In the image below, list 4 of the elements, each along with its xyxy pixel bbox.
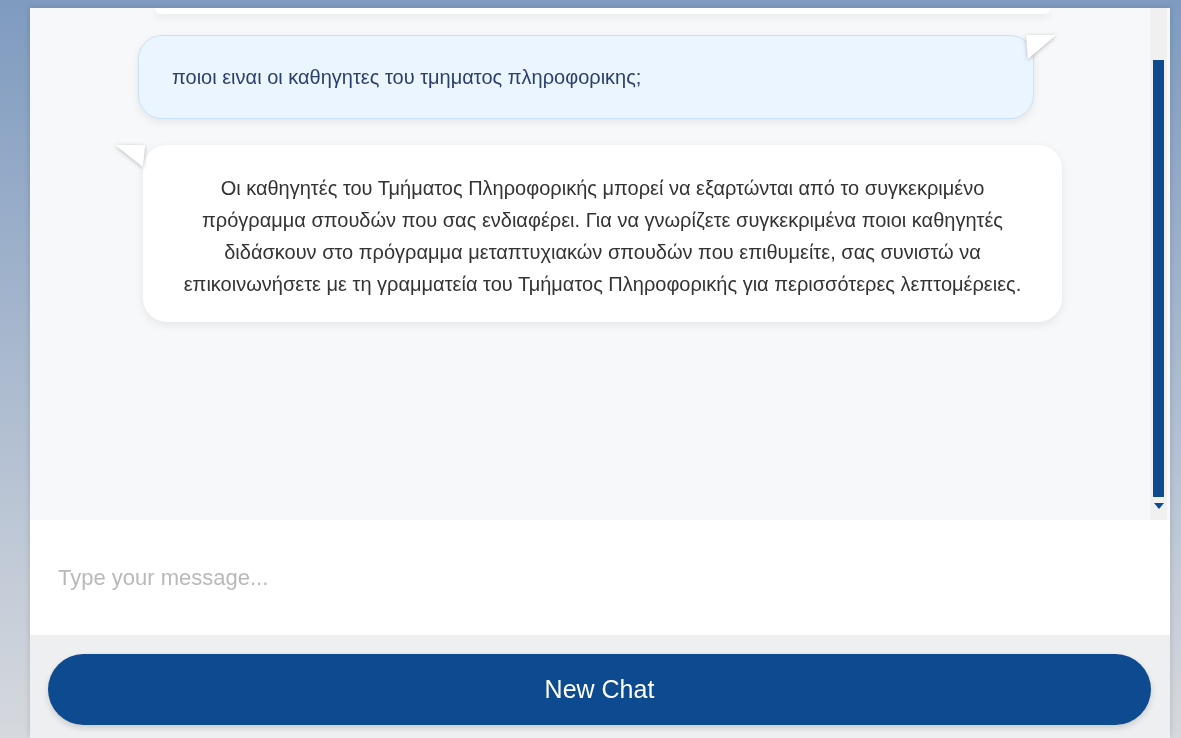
message-input[interactable]: Type your message... [30,520,1170,635]
user-message: ποιοι ειναι οι καθηγητες του τμηματος πληροφορικης; [138,35,1034,119]
bot-message: Οι καθηγητές του Τμήματος Πληροφορικής μπορεί να εξαρτώνται από το συγκεκριμένο πρόγραμμα σπουδών που σας ενδιαφέρει. Για να γνωρίζετε συγκεκριμένα ποιοι καθηγητές διδάσκουν στο πρόγραμμα μεταπτυχιακών σπουδών που επιθυμείτε, σας συνιστώ να επικοινωνήσετε με τη γραμματεία του Τμήματος Πληροφορικής για περισσότερες λεπτομέρειες. [143,145,1062,322]
new-chat-button[interactable]: New Chat [48,654,1151,725]
